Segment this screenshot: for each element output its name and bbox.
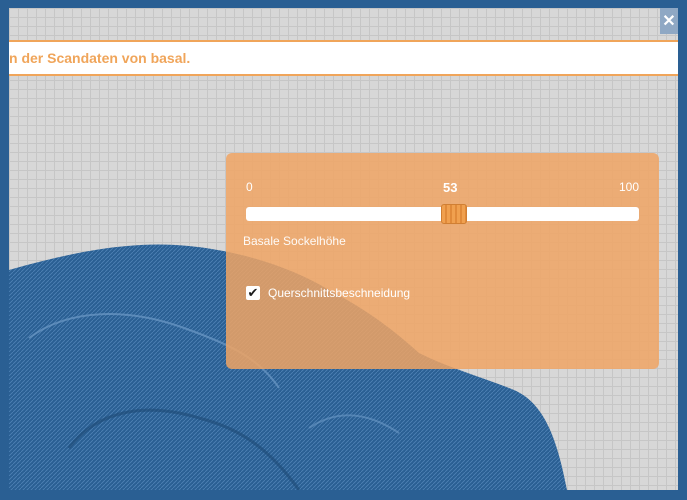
- slider-thumb[interactable]: [441, 204, 468, 224]
- app-frame: ✕ n der Scandaten von basal. 0 53 100 Ba…: [0, 0, 687, 500]
- scan-viewport[interactable]: ✕ n der Scandaten von basal. 0 53 100 Ba…: [9, 8, 678, 490]
- slider-max-label: 100: [618, 180, 639, 194]
- checkmark-icon: ✔: [247, 285, 259, 301]
- info-bar: n der Scandaten von basal.: [9, 40, 678, 76]
- slider-min-label: 0: [246, 180, 253, 194]
- cross-section-checkbox[interactable]: ✔: [246, 285, 260, 301]
- info-text: n der Scandaten von basal.: [9, 50, 191, 66]
- settings-panel: 0 53 100 Basale Sockelhöhe ✔ Querschnitt…: [226, 153, 659, 369]
- slider-value-label: 53: [443, 180, 458, 195]
- close-button[interactable]: ✕: [660, 8, 678, 34]
- base-height-slider[interactable]: [246, 204, 639, 224]
- checkbox-label: Querschnittsbeschneidung: [268, 286, 411, 300]
- slider-caption: Basale Sockelhöhe: [243, 234, 346, 248]
